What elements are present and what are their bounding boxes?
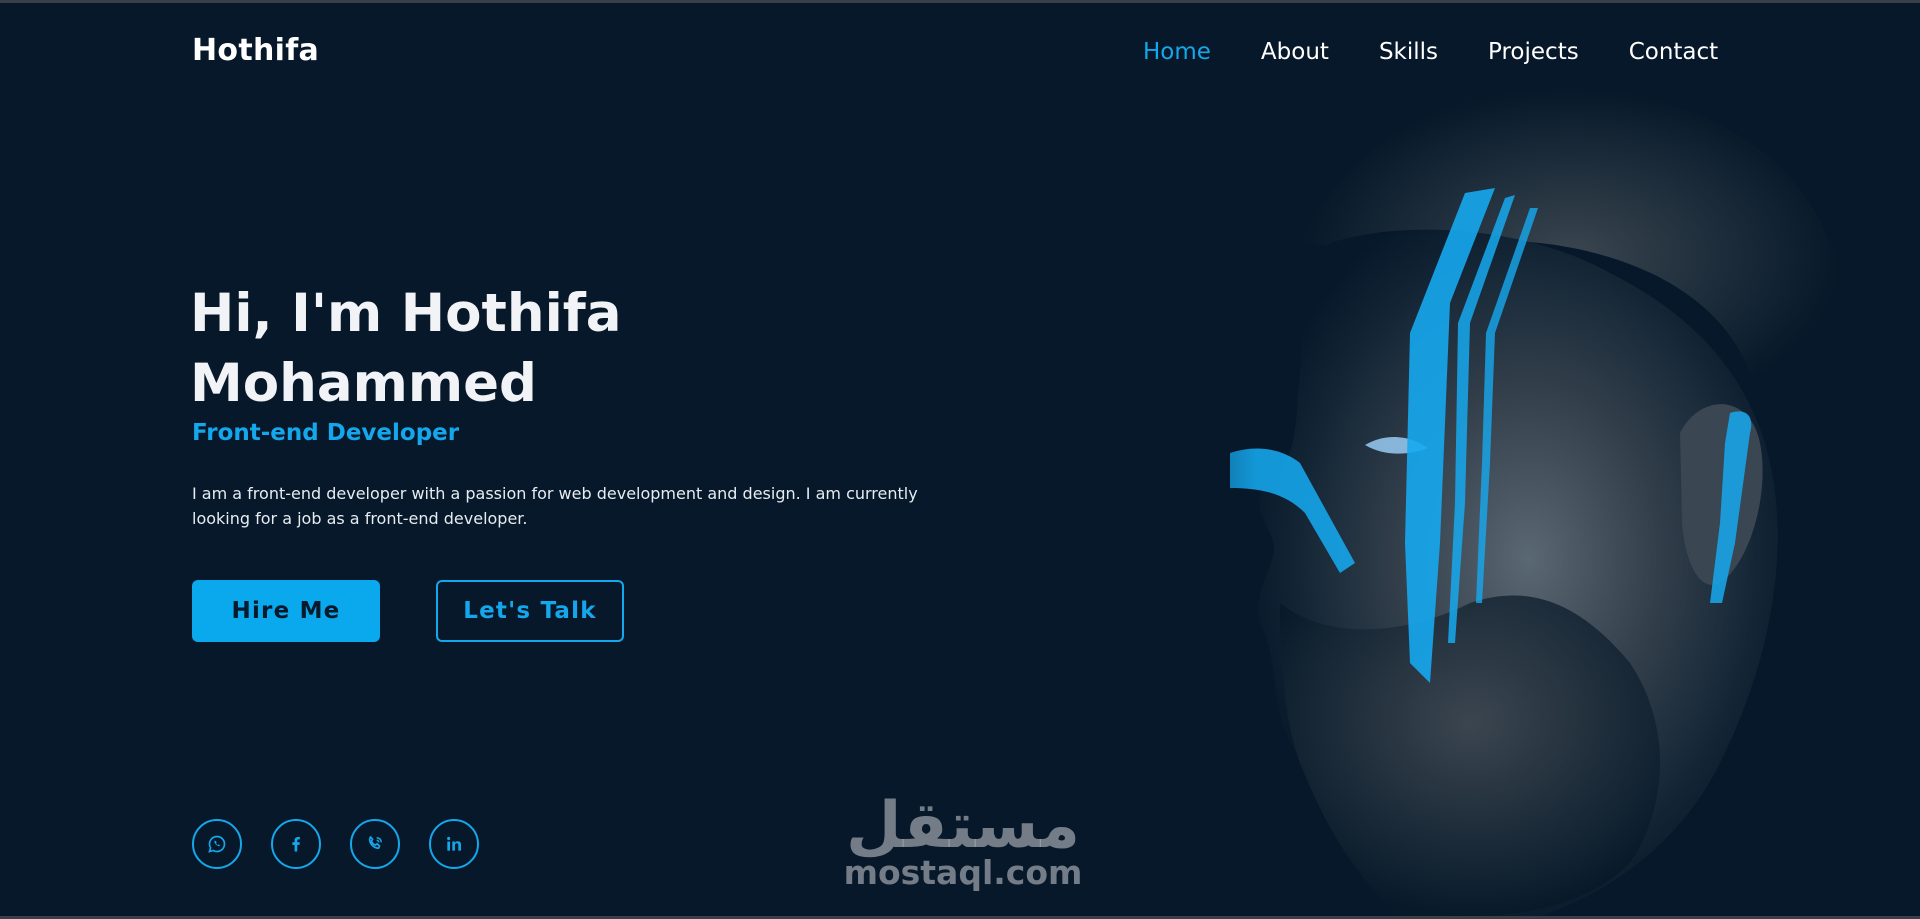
watermark-arabic-text: مستقل bbox=[845, 789, 1081, 863]
nav-link-about[interactable]: About bbox=[1261, 39, 1329, 65]
social-links bbox=[192, 819, 508, 869]
nav-link-home[interactable]: Home bbox=[1143, 39, 1211, 65]
phone-link[interactable] bbox=[350, 819, 400, 869]
hero-heading-line2: Mohammed bbox=[190, 353, 537, 414]
hero-heading-line1: Hi, I'm Hothifa bbox=[190, 283, 622, 344]
facebook-link[interactable] bbox=[271, 819, 321, 869]
nav-link-skills[interactable]: Skills bbox=[1379, 39, 1438, 65]
lets-talk-button[interactable]: Let's Talk bbox=[436, 580, 624, 642]
linkedin-icon bbox=[447, 836, 461, 851]
portfolio-page: Hothifa Home About Skills Projects Conta… bbox=[0, 3, 1920, 916]
hero-heading: Hi, I'm Hothifa Mohammed bbox=[190, 279, 710, 419]
whatsapp-link[interactable] bbox=[192, 819, 242, 869]
hero-description: I am a front-end developer with a passio… bbox=[192, 484, 918, 528]
phone-icon bbox=[368, 836, 382, 850]
site-logo[interactable]: Hothifa bbox=[192, 33, 319, 68]
hero-subtitle: Front-end Developer bbox=[192, 420, 460, 446]
linkedin-link[interactable] bbox=[429, 819, 479, 869]
whatsapp-icon bbox=[208, 835, 226, 853]
watermark-domain-text: mostaql.com bbox=[843, 853, 1083, 892]
nav-link-projects[interactable]: Projects bbox=[1488, 39, 1579, 65]
hero-portrait-image bbox=[1110, 43, 1920, 916]
main-navigation: Home About Skills Projects Contact bbox=[1143, 39, 1718, 65]
facebook-icon bbox=[292, 837, 300, 852]
nav-link-contact[interactable]: Contact bbox=[1629, 39, 1718, 65]
mostaql-watermark: مستقل mostaql.com bbox=[843, 791, 1083, 891]
hire-me-button[interactable]: Hire Me bbox=[192, 580, 380, 642]
